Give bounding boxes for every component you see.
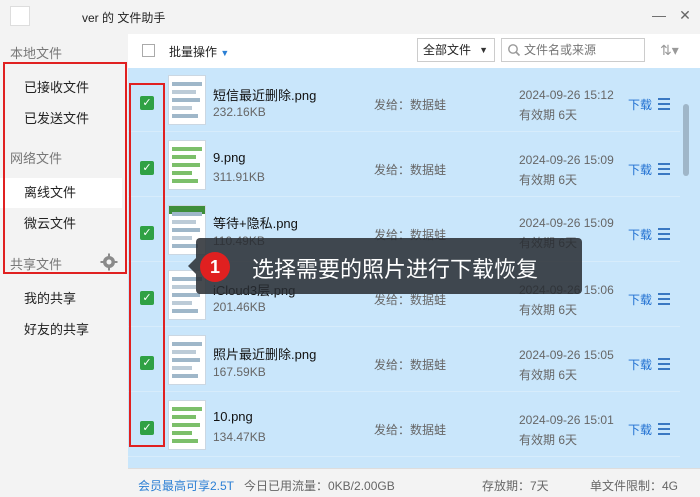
- more-menu-icon[interactable]: [658, 228, 670, 243]
- toolbar: 批量操作 ▼ 全部文件 ▼ ⇅▾: [128, 34, 700, 68]
- file-row[interactable]: ✓ 短信最近删除.png 232.16KB 发给：数据蛙 2024-09-26 …: [128, 68, 680, 132]
- file-sender: 发给：数据蛙: [374, 163, 447, 177]
- file-type-value: 全部文件: [423, 43, 472, 57]
- file-size: 311.91KB: [213, 170, 265, 184]
- file-size: 232.16KB: [213, 105, 266, 119]
- step-number-badge: 1: [200, 252, 230, 282]
- file-date: 2024-09-26 15:09: [519, 153, 614, 167]
- batch-operation-button[interactable]: 批量操作 ▼: [169, 43, 229, 60]
- file-sender: 发给：数据蛙: [374, 98, 447, 112]
- sidebar-group-local: 本地文件: [10, 46, 63, 61]
- window-title: ver 的 文件助手: [82, 11, 166, 25]
- download-link[interactable]: 下载: [628, 161, 652, 178]
- file-row[interactable]: ✓ 10.png 134.47KB 发给：数据蛙 2024-09-26 15:0…: [128, 393, 680, 457]
- sidebar-item-friend-share[interactable]: 好友的共享: [0, 315, 122, 345]
- file-date: 2024-09-26 15:05: [519, 348, 614, 362]
- minimize-icon[interactable]: —: [650, 6, 668, 24]
- close-icon[interactable]: ✕: [676, 6, 694, 24]
- file-type-select[interactable]: 全部文件 ▼: [417, 38, 495, 62]
- sidebar: 本地文件 已接收文件 已发送文件 网络文件 离线文件 微云文件 共享文件 我的共…: [0, 34, 128, 497]
- download-link[interactable]: 下载: [628, 226, 652, 243]
- select-all-checkbox[interactable]: [142, 44, 155, 57]
- storage-period: 存放期：7天: [482, 479, 549, 493]
- search-box[interactable]: [501, 38, 645, 62]
- app-icon: [10, 6, 30, 26]
- batch-operation-label: 批量操作: [169, 45, 218, 59]
- highlight-box-sidebar: [3, 62, 127, 274]
- file-date: 2024-09-26 15:12: [519, 88, 614, 102]
- file-name[interactable]: 9.png: [213, 150, 246, 165]
- more-menu-icon[interactable]: [658, 98, 670, 113]
- file-name[interactable]: 等待+隐私.png: [213, 213, 298, 232]
- file-expiry: 有效期 6天: [519, 433, 578, 447]
- file-size: 201.46KB: [213, 300, 266, 314]
- more-menu-icon[interactable]: [658, 293, 670, 308]
- title-bar: ver 的 文件助手 — ✕: [0, 0, 700, 34]
- member-link[interactable]: 会员最高可享2.5T: [138, 477, 234, 494]
- file-expiry: 有效期 6天: [519, 173, 578, 187]
- file-name[interactable]: 照片最近删除.png: [213, 344, 316, 363]
- file-sender: 发给：数据蛙: [374, 358, 447, 372]
- more-menu-icon[interactable]: [658, 163, 670, 178]
- scrollbar-thumb[interactable]: [683, 104, 689, 176]
- download-link[interactable]: 下载: [628, 421, 652, 438]
- file-name[interactable]: 短信最近删除.png: [213, 85, 316, 104]
- file-date: 2024-09-26 15:01: [519, 413, 614, 427]
- file-date: 2024-09-26 15:09: [519, 216, 614, 230]
- file-expiry: 有效期 6天: [519, 303, 578, 317]
- file-thumbnail: [168, 140, 206, 190]
- search-input[interactable]: [524, 41, 642, 59]
- download-link[interactable]: 下载: [628, 96, 652, 113]
- file-expiry: 有效期 6天: [519, 368, 578, 382]
- file-sender: 发给：数据蛙: [374, 423, 447, 437]
- file-row[interactable]: ✓ 照片最近删除.png 167.59KB 发给：数据蛙 2024-09-26 …: [128, 328, 680, 392]
- file-expiry: 有效期 6天: [519, 108, 578, 122]
- download-link[interactable]: 下载: [628, 356, 652, 373]
- file-size-limit: 单文件限制：4G: [590, 479, 679, 493]
- chevron-down-icon: ▼: [479, 45, 488, 55]
- file-row[interactable]: ✓ 9.png 311.91KB 发给：数据蛙 2024-09-26 15:09…: [128, 133, 680, 197]
- more-menu-icon[interactable]: [658, 358, 670, 373]
- caret-down-icon: ▼: [220, 48, 230, 58]
- file-size: 134.47KB: [213, 430, 266, 444]
- file-size: 167.59KB: [213, 365, 266, 379]
- highlight-box-checkboxes: [129, 83, 165, 447]
- more-menu-icon[interactable]: [658, 423, 670, 438]
- traffic-usage: 今日已用流量：0KB/2.00GB: [244, 479, 395, 493]
- download-link[interactable]: 下载: [628, 291, 652, 308]
- status-bar: 会员最高可享2.5T 今日已用流量：0KB/2.00GB 存放期：7天 单文件限…: [128, 468, 700, 497]
- sidebar-item-my-share[interactable]: 我的共享: [0, 284, 122, 314]
- tooltip-text: 选择需要的照片进行下载恢复: [252, 257, 539, 282]
- file-thumbnail: [168, 400, 206, 450]
- file-thumbnail: [168, 335, 206, 385]
- tooltip-arrow: [188, 258, 196, 274]
- file-name[interactable]: 10.png: [213, 409, 253, 424]
- search-icon: [508, 44, 521, 57]
- file-thumbnail: [168, 75, 206, 125]
- sort-icon[interactable]: ⇅▾: [660, 42, 679, 59]
